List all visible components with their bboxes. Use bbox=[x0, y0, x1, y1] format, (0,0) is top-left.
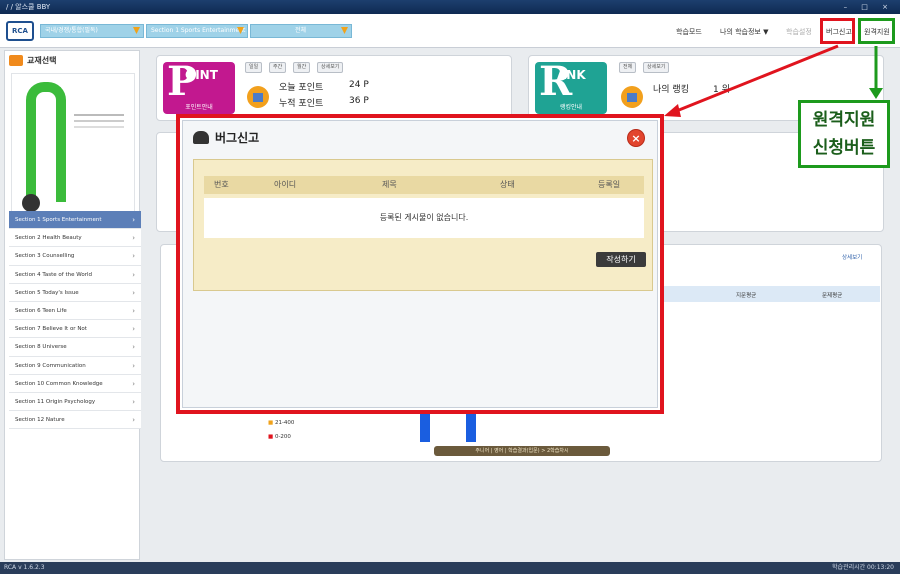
callout-line-2: 신청버튼 bbox=[812, 138, 876, 158]
red-arrow-head bbox=[664, 104, 681, 117]
app-window: / / 알스쿨 BBY – □ × RCA 국내/경쟁/통합(필독) Secti… bbox=[0, 0, 900, 574]
callout-line-1: 원격지원 bbox=[812, 110, 876, 130]
remote-support-callout: 원격지원 신청버튼 bbox=[798, 100, 890, 168]
green-arrow-head bbox=[869, 88, 883, 99]
annotation-arrows bbox=[664, 44, 883, 117]
